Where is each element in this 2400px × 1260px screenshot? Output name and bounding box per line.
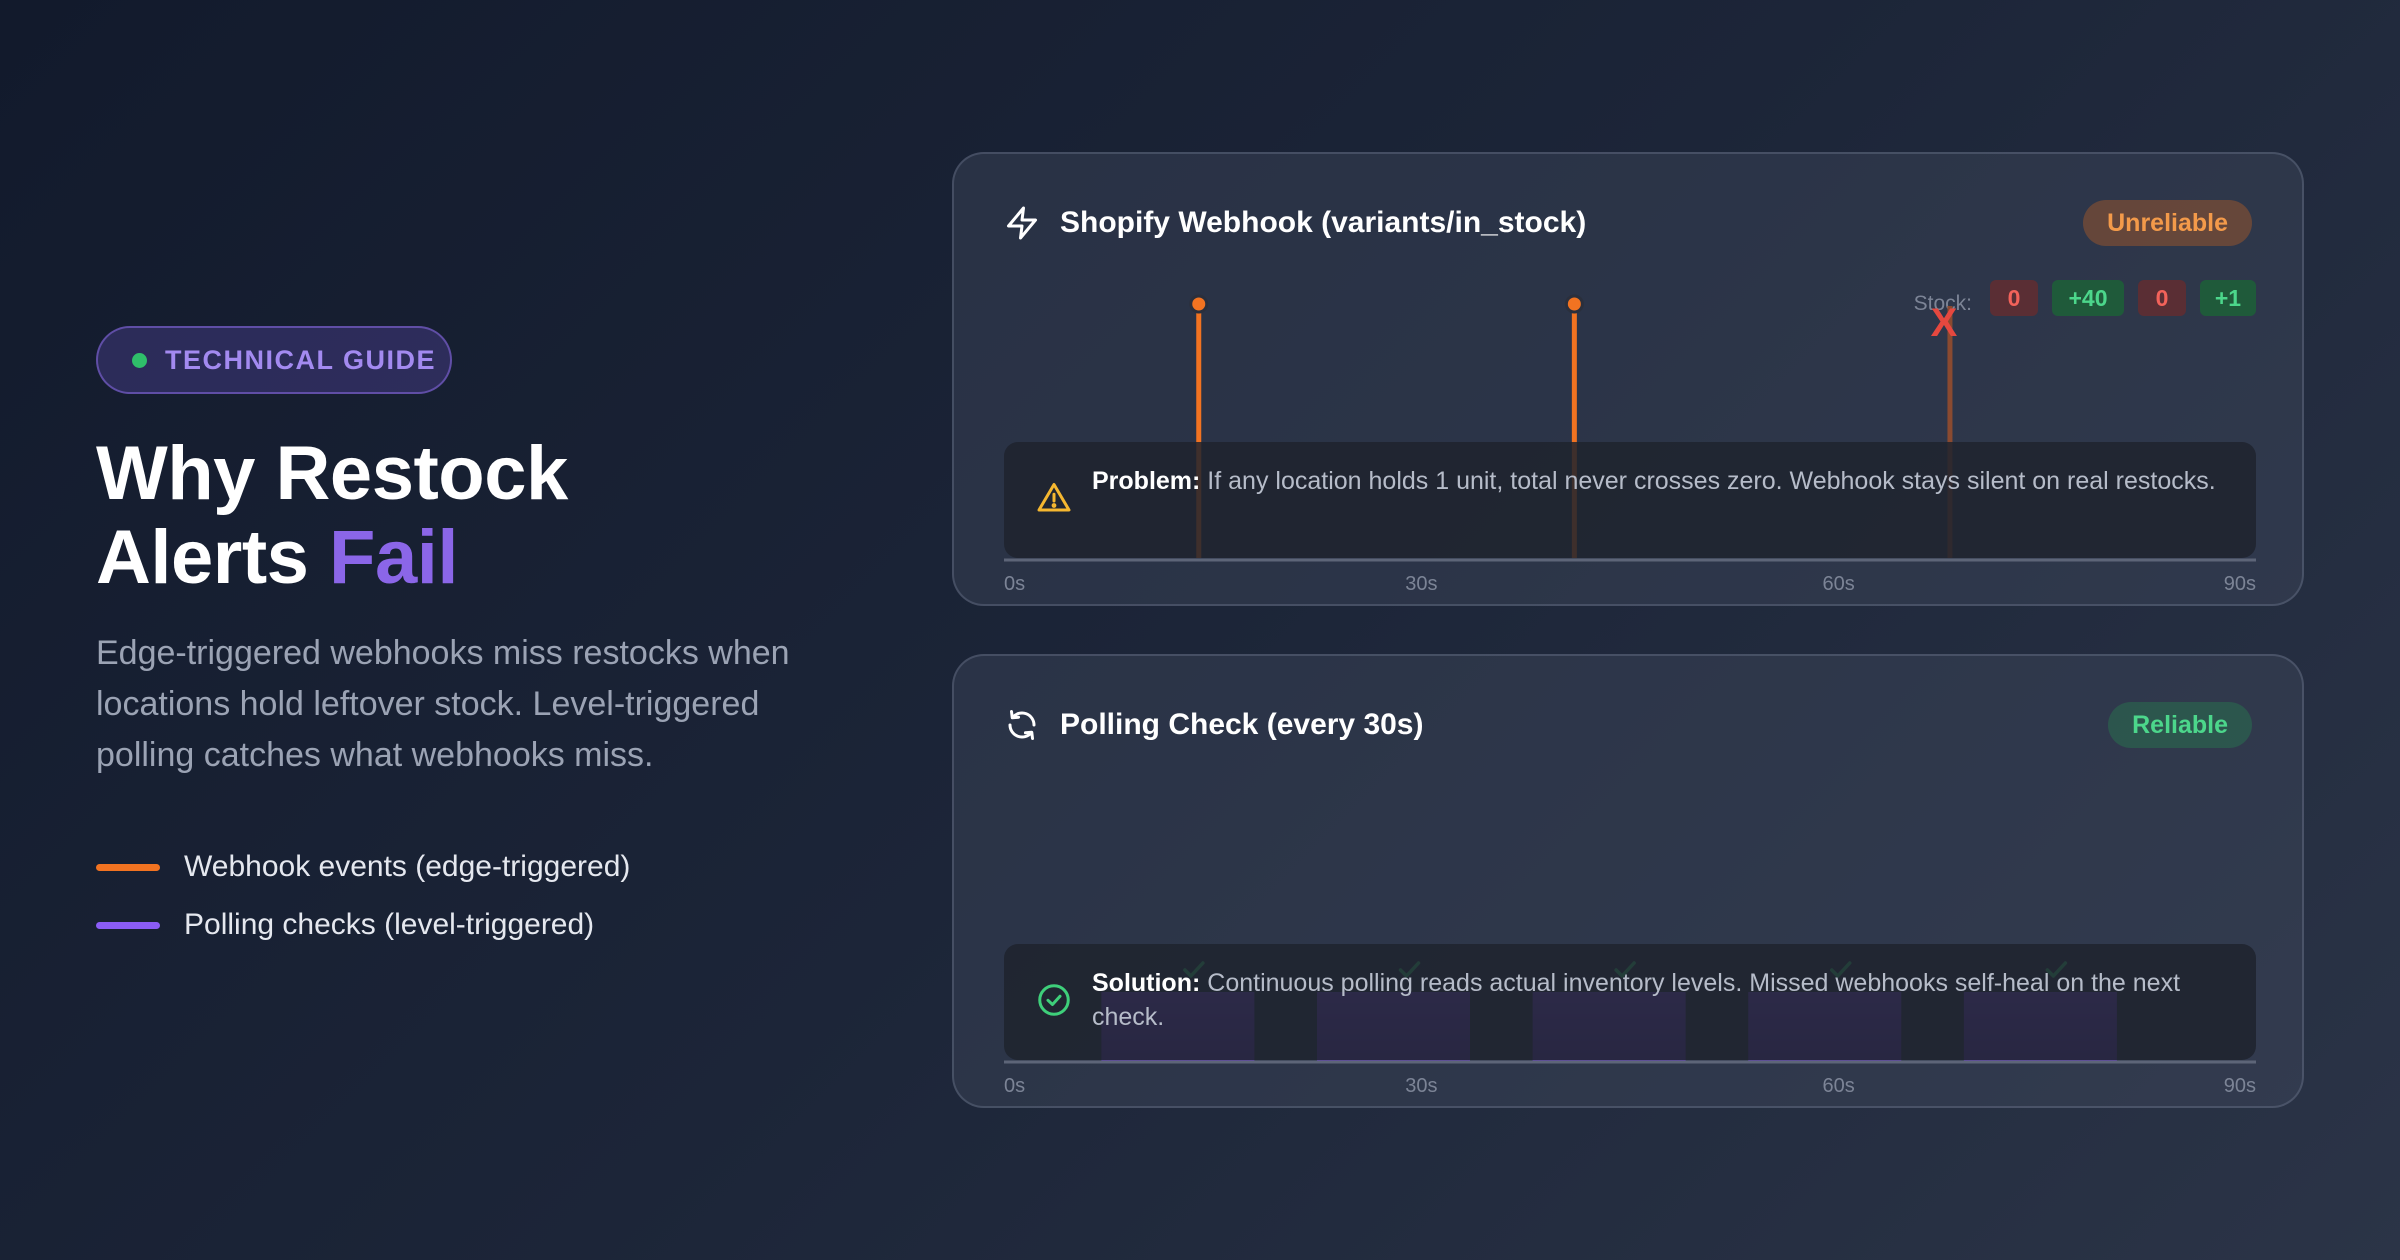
axis-tick-label: 90s — [2224, 1075, 2256, 1097]
solution-description: Continuous polling reads actual inventor… — [1092, 969, 2181, 1031]
status-dot-icon — [132, 352, 147, 368]
legend-label-polling: Polling checks (level-triggered) — [184, 908, 595, 941]
axis-tick-label: 90s — [2224, 573, 2256, 595]
title-line-2-plain: Alerts — [96, 515, 309, 600]
page-title: Why Restock Alerts Fail — [96, 432, 568, 600]
legend-label-webhook: Webhook events (edge-triggered) — [184, 850, 631, 883]
webhook-card: Shopify Webhook (variants/in_stock) Unre… — [952, 152, 2304, 606]
polling-card-title: Polling Check (every 30s) — [1060, 708, 1424, 741]
refresh-icon — [1004, 707, 1040, 743]
stock-value-text: +40 — [2068, 285, 2107, 311]
problem-label: Problem: — [1092, 467, 1201, 495]
webhook-event-dot — [1189, 294, 1209, 314]
badge-label: TECHNICAL GUIDE — [165, 344, 437, 375]
title-line-2: Alerts Fail — [96, 516, 568, 600]
check-circle-icon — [1036, 982, 1072, 1018]
polling-card-header: Polling Check (every 30s) Reliable — [1004, 700, 2252, 750]
legend: Webhook events (edge-triggered) Polling … — [96, 838, 630, 954]
solution-text: Solution: Continuous polling reads actua… — [1092, 966, 2216, 1034]
webhook-event-dot — [1564, 294, 1584, 314]
title-line-1: Why Restock — [96, 431, 568, 516]
legend-swatch-webhook — [96, 863, 160, 871]
axis-tick-label: 30s — [1405, 1075, 1437, 1097]
page-subtitle: Edge-triggered webhooks miss restocks wh… — [96, 634, 790, 774]
stock-value-text: 0 — [2008, 285, 2021, 311]
axis-tick-label: 0s — [1004, 1075, 1025, 1097]
stock-value-text: 0 — [2156, 285, 2169, 311]
warning-icon — [1036, 480, 1072, 516]
stock-value-text: +1 — [2215, 285, 2241, 311]
axis-tick-label: 30s — [1405, 573, 1437, 595]
solution-box: Solution: Continuous polling reads actua… — [1004, 944, 2256, 1060]
legend-item-webhook: Webhook events (edge-triggered) — [96, 838, 630, 896]
solution-label: Solution: — [1092, 969, 1201, 997]
axis-tick-label: 60s — [1823, 573, 1855, 595]
missed-event-marker: X — [1931, 301, 1958, 345]
unreliable-status-badge: Unreliable — [2083, 200, 2252, 246]
technical-guide-badge: TECHNICAL GUIDE — [96, 326, 452, 394]
axis-tick-label: 0s — [1004, 573, 1025, 595]
polling-card: Polling Check (every 30s) Reliable 0s 30s… — [952, 654, 2304, 1108]
title-accent-word: Fail — [329, 515, 458, 600]
legend-swatch-polling — [96, 921, 160, 929]
webhook-card-title: Shopify Webhook (variants/in_stock) — [1060, 206, 1587, 239]
reliable-status-badge: Reliable — [2108, 702, 2252, 748]
webhook-card-header: Shopify Webhook (variants/in_stock) Unre… — [1004, 198, 2252, 248]
lightning-icon — [1004, 205, 1040, 241]
problem-description: If any location holds 1 unit, total neve… — [1200, 467, 2216, 495]
problem-box: Problem: If any location holds 1 unit, t… — [1004, 442, 2256, 558]
axis-tick-label: 60s — [1823, 1075, 1855, 1097]
problem-text: Problem: If any location holds 1 unit, t… — [1092, 464, 2216, 498]
legend-item-polling: Polling checks (level-triggered) — [96, 896, 630, 954]
